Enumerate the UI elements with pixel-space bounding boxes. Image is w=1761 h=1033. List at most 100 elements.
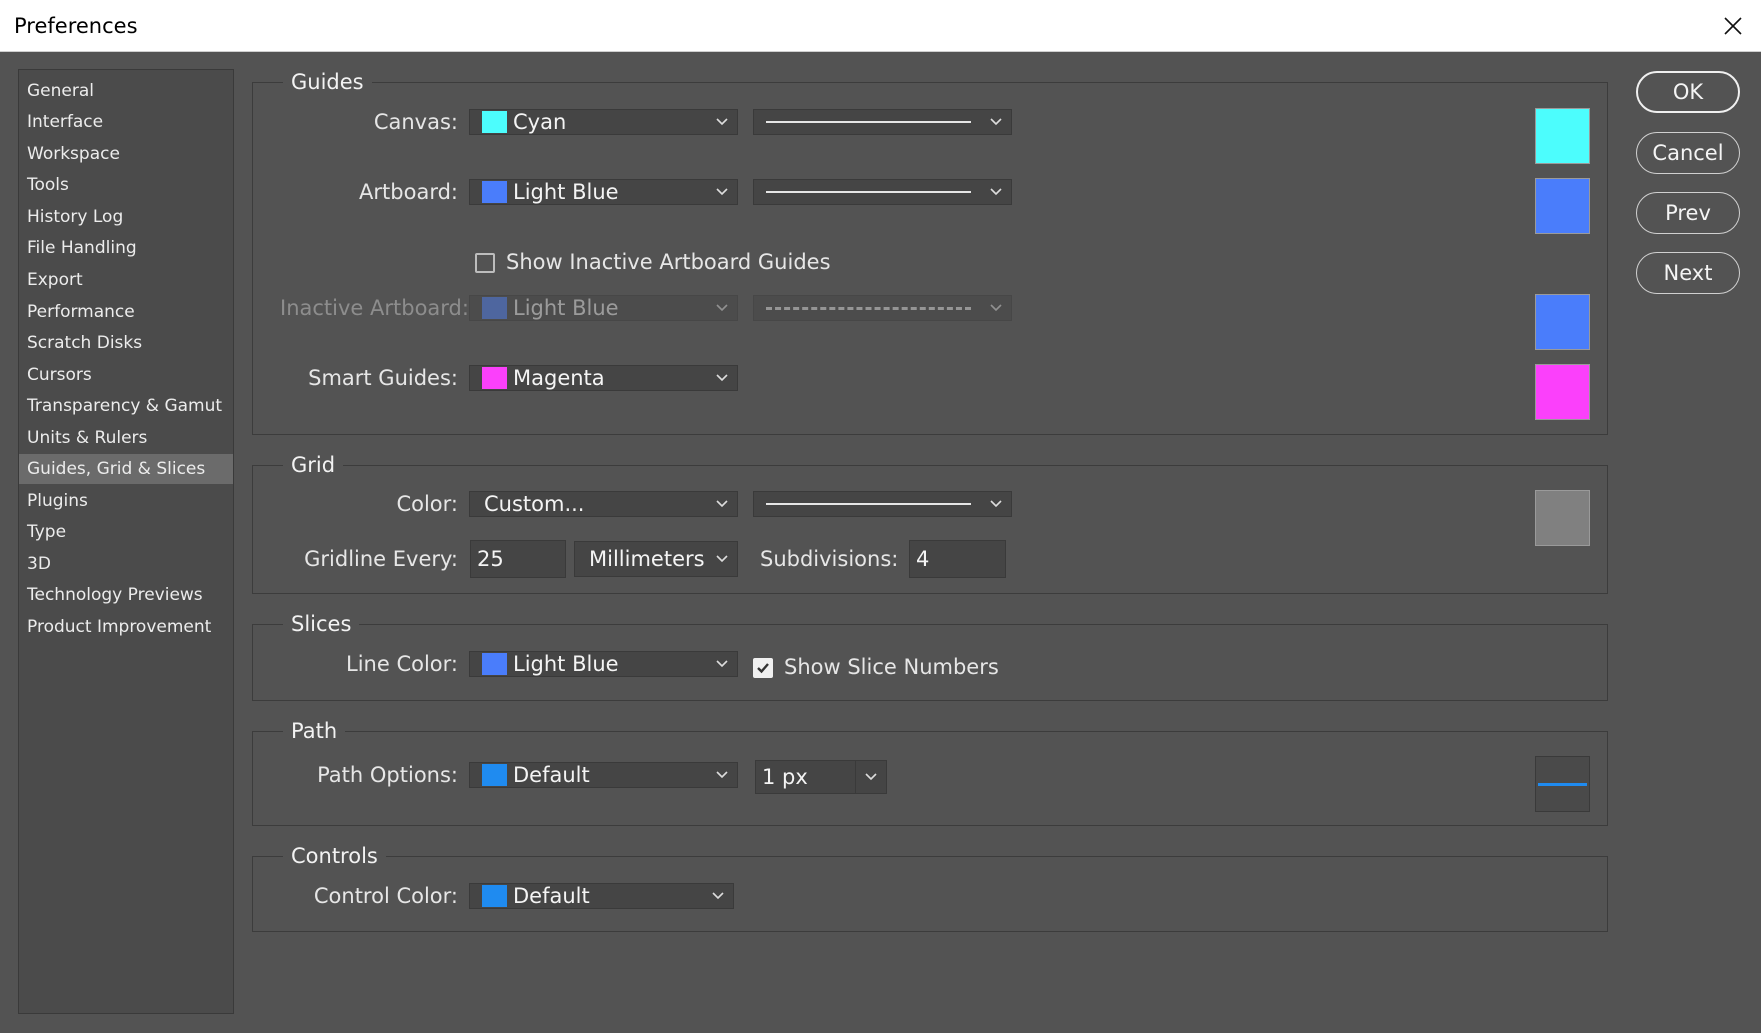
show-slice-numbers-label: Show Slice Numbers bbox=[784, 655, 999, 679]
subdivisions-input[interactable]: 4 bbox=[909, 540, 1006, 578]
smart-guides-color-value: Magenta bbox=[513, 366, 605, 390]
control-color-value: Default bbox=[513, 884, 590, 908]
slice-line-color-dropdown[interactable]: Light Blue bbox=[469, 651, 738, 677]
artboard-color-swatch bbox=[482, 181, 507, 203]
sidebar-item-product-improvement[interactable]: Product Improvement bbox=[19, 612, 233, 642]
gridline-every-label: Gridline Every: bbox=[304, 547, 458, 571]
sidebar-item-guides-grid-slices[interactable]: Guides, Grid & Slices bbox=[19, 454, 233, 484]
grid-line-style-dropdown[interactable] bbox=[753, 491, 1012, 517]
next-button[interactable]: Next bbox=[1636, 252, 1740, 294]
canvas-color-dropdown[interactable]: Cyan bbox=[469, 109, 738, 135]
sidebar-item-interface[interactable]: Interface bbox=[19, 107, 233, 137]
sidebar-item-technology-previews[interactable]: Technology Previews bbox=[19, 580, 233, 610]
solid-line-sample bbox=[766, 121, 971, 123]
sidebar-item-plugins[interactable]: Plugins bbox=[19, 486, 233, 516]
chevron-down-icon bbox=[716, 500, 728, 508]
sidebar-item-3d[interactable]: 3D bbox=[19, 549, 233, 579]
show-inactive-artboard-guides-checkbox[interactable] bbox=[475, 253, 495, 273]
grid-color-value: Custom... bbox=[484, 492, 585, 516]
window-title: Preferences bbox=[14, 14, 138, 38]
smart-guides-label: Smart Guides: bbox=[308, 366, 458, 390]
dashed-line-sample bbox=[766, 306, 971, 310]
show-slice-numbers-checkbox[interactable] bbox=[753, 658, 773, 678]
sidebar-item-performance[interactable]: Performance bbox=[19, 297, 233, 327]
path-preview-line bbox=[1538, 783, 1587, 786]
canvas-line-style-dropdown[interactable] bbox=[753, 109, 1012, 135]
artboard-color-dropdown[interactable]: Light Blue bbox=[469, 179, 738, 205]
cancel-button[interactable]: Cancel bbox=[1636, 132, 1740, 174]
path-color-swatch bbox=[482, 764, 507, 786]
inactive-artboard-line-style-dropdown[interactable] bbox=[753, 295, 1012, 321]
chevron-down-icon bbox=[716, 771, 728, 779]
artboard-label: Artboard: bbox=[359, 180, 458, 204]
chevron-down-icon bbox=[990, 188, 1002, 196]
ok-button[interactable]: OK bbox=[1636, 71, 1740, 113]
inactive-artboard-color-swatch bbox=[482, 297, 507, 319]
path-width-dropdown[interactable]: 1 px bbox=[755, 760, 887, 794]
chevron-down-icon bbox=[716, 188, 728, 196]
subdivisions-label: Subdivisions: bbox=[760, 547, 899, 571]
sidebar-item-scratch-disks[interactable]: Scratch Disks bbox=[19, 328, 233, 358]
path-color-value: Default bbox=[513, 763, 590, 787]
show-inactive-artboard-guides-label: Show Inactive Artboard Guides bbox=[506, 250, 831, 274]
slice-line-color-label: Line Color: bbox=[346, 652, 458, 676]
inactive-artboard-color-dropdown[interactable]: Light Blue bbox=[469, 295, 738, 321]
dropdown-divider bbox=[855, 761, 856, 793]
chevron-down-icon bbox=[990, 500, 1002, 508]
inactive-artboard-color-preview[interactable] bbox=[1535, 294, 1590, 350]
gridline-unit-dropdown[interactable]: Millimeters bbox=[574, 541, 738, 577]
chevron-down-icon bbox=[716, 304, 728, 312]
canvas-color-preview[interactable] bbox=[1535, 108, 1590, 164]
chevron-down-icon bbox=[716, 660, 728, 668]
sidebar-item-file-handling[interactable]: File Handling bbox=[19, 233, 233, 263]
gridline-every-input[interactable]: 25 bbox=[470, 540, 566, 578]
chevron-down-icon bbox=[990, 118, 1002, 126]
artboard-color-value: Light Blue bbox=[513, 180, 619, 204]
sidebar-item-general[interactable]: General bbox=[19, 76, 233, 106]
sidebar-item-transparency-gamut[interactable]: Transparency & Gamut bbox=[19, 391, 233, 421]
sidebar-item-history-log[interactable]: History Log bbox=[19, 202, 233, 232]
grid-color-preview[interactable] bbox=[1535, 490, 1590, 546]
grid-section-title: Grid bbox=[283, 453, 344, 477]
title-bar: Preferences bbox=[0, 0, 1761, 52]
close-button[interactable] bbox=[1705, 0, 1761, 52]
chevron-down-icon bbox=[712, 892, 724, 900]
sidebar-item-type[interactable]: Type bbox=[19, 517, 233, 547]
chevron-down-icon bbox=[716, 118, 728, 126]
sidebar-item-tools[interactable]: Tools bbox=[19, 170, 233, 200]
chevron-down-icon bbox=[716, 555, 728, 563]
artboard-line-style-dropdown[interactable] bbox=[753, 179, 1012, 205]
sidebar-item-export[interactable]: Export bbox=[19, 265, 233, 295]
smart-guides-color-dropdown[interactable]: Magenta bbox=[469, 365, 738, 391]
chevron-down-icon bbox=[716, 374, 728, 382]
grid-color-dropdown[interactable]: Custom... bbox=[469, 491, 738, 517]
path-color-dropdown[interactable]: Default bbox=[469, 762, 738, 788]
path-width-value: 1 px bbox=[762, 765, 808, 789]
grid-color-label: Color: bbox=[396, 492, 458, 516]
slice-line-color-swatch bbox=[482, 653, 507, 675]
preferences-sidebar: General Interface Workspace Tools Histor… bbox=[18, 69, 234, 1014]
chevron-down-icon bbox=[865, 773, 877, 781]
path-options-label: Path Options: bbox=[317, 763, 458, 787]
guides-section-title: Guides bbox=[283, 70, 372, 94]
path-section-title: Path bbox=[283, 719, 346, 743]
control-color-swatch bbox=[482, 885, 507, 907]
inactive-artboard-color-value: Light Blue bbox=[513, 296, 619, 320]
preferences-dialog: Preferences General Interface Workspace … bbox=[0, 0, 1761, 1033]
sidebar-item-workspace[interactable]: Workspace bbox=[19, 139, 233, 169]
prev-button[interactable]: Prev bbox=[1636, 192, 1740, 234]
artboard-color-preview[interactable] bbox=[1535, 178, 1590, 234]
canvas-color-value: Cyan bbox=[513, 110, 567, 134]
inactive-artboard-label: Inactive Artboard: bbox=[280, 296, 469, 320]
controls-section-title: Controls bbox=[283, 844, 386, 868]
slices-section-title: Slices bbox=[283, 612, 360, 636]
path-preview bbox=[1535, 756, 1590, 812]
control-color-label: Control Color: bbox=[313, 884, 458, 908]
solid-line-sample bbox=[766, 191, 971, 193]
canvas-label: Canvas: bbox=[373, 110, 458, 134]
sidebar-item-cursors[interactable]: Cursors bbox=[19, 360, 233, 390]
sidebar-item-units-rulers[interactable]: Units & Rulers bbox=[19, 423, 233, 453]
smart-guides-color-preview[interactable] bbox=[1535, 364, 1590, 420]
solid-line-sample bbox=[766, 503, 971, 505]
control-color-dropdown[interactable]: Default bbox=[469, 883, 734, 909]
